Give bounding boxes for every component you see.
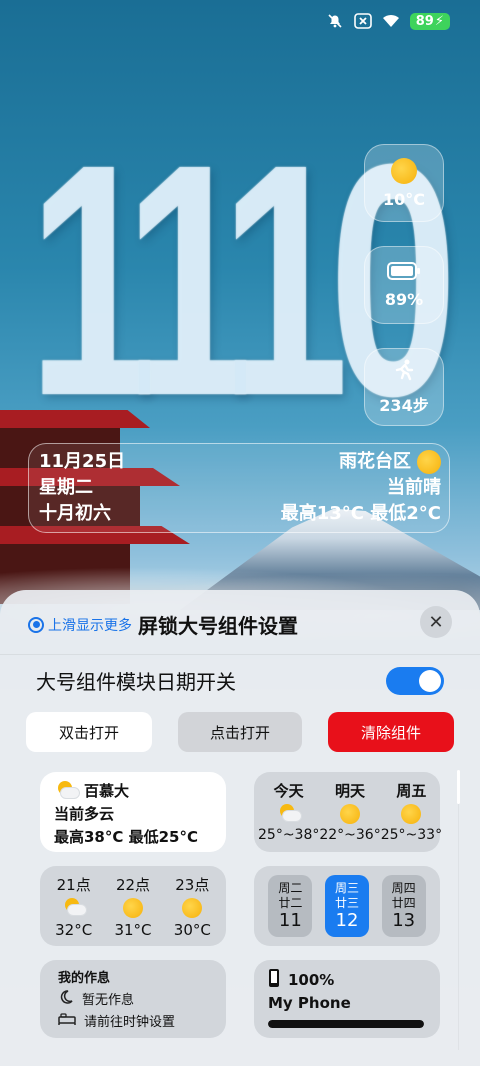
cloud-sun-icon [61,898,87,918]
forecast-day-label: 今天 [273,782,304,800]
scrollbar-track [458,770,459,1050]
forecast-day: 今天 25°~38° [258,780,319,843]
date-toggle-label: 大号组件模块日期开关 [36,670,236,694]
forecast-day-label: 明天 [335,782,366,800]
cloud-sun-icon [276,804,302,824]
battery-icon [387,261,421,284]
schedule-widget[interactable]: 我的作息 暂无作息 请前往时钟设置 [40,960,226,1038]
swipe-hint[interactable]: 上滑显示更多 [48,615,132,635]
forecast-day: 明天 22°~36° [319,780,380,843]
calendar-day: 周四 廿四 13 [381,875,426,937]
hour-temp: 31°C [114,921,152,939]
device-battery-fill [268,1020,424,1028]
moon-icon [58,989,74,1012]
forecast-widget[interactable]: 今天 25°~38° 明天 22°~36° 周五 25°~33° [254,772,442,852]
close-box-icon [353,12,372,30]
device-battery-widget[interactable]: 100% My Phone [254,960,440,1038]
sun-icon [182,898,203,918]
forecast-range: 25°~38° [258,827,320,843]
phone-icon [268,968,280,992]
running-icon [392,358,416,386]
calendar-widget[interactable]: 周二 廿二 11 周三 廿三 12 周四 廿四 13 [254,866,440,946]
sun-icon [391,157,417,184]
device-battery-bar [268,1020,424,1028]
battery-widget[interactable]: 89% [364,246,444,324]
battery-level: 89 [415,13,434,29]
calendar-day: 周二 廿二 11 [268,875,313,937]
status-bar: 89 ⚡ [326,12,450,30]
hourly-item: 21点 32°C [55,874,92,939]
swipe-up-icon [28,616,44,633]
double-click-open-button[interactable]: 双击打开 [26,712,152,752]
wifi-icon [382,12,400,30]
calendar-weekday: 周三 [334,881,359,895]
battery-percent: 89% [384,289,424,309]
date-toggle[interactable] [386,666,444,695]
hour-temp: 30°C [173,921,211,939]
sun-icon [122,898,143,918]
schedule-title: 我的作息 [58,971,111,986]
calendar-lunar: 廿二 [278,896,303,910]
calendar-weekday: 周二 [278,881,303,895]
bed-icon [58,1012,76,1033]
clear-widget-button[interactable]: 清除组件 [328,712,454,752]
hour-label: 23点 [175,876,210,894]
date-weather-strip: 11月25日 星期二 十月初六 雨花台区 当前晴 最高13°C 最低2°C [28,443,450,533]
lunar-label: 十月初六 [39,503,111,524]
cloud-sun-icon [54,780,80,801]
sun-icon [401,804,422,824]
weather-place: 百慕大 [84,782,130,800]
forecast-day: 周五 25°~33° [381,780,442,843]
hour-label: 21点 [56,876,91,894]
hourly-widget[interactable]: 21点 32°C 22点 31°C 23点 30°C [40,866,226,946]
forecast-range: 25°~33° [380,827,443,843]
calendar-date: 13 [392,910,416,931]
scrollbar-thumb[interactable] [457,770,460,804]
widget-settings-sheet: 上滑显示更多 屏锁大号组件设置 ✕ 大号组件模块日期开关 双击打开 点击打开 清… [0,590,480,1066]
device-percent: 100% [288,971,335,989]
steps-count: 234步 [379,396,429,415]
calendar-lunar: 廿四 [391,896,416,910]
hour-temp: 32°C [55,921,93,939]
weather-temp: 10°C [382,189,425,209]
hour-label: 22点 [115,876,151,894]
click-open-button[interactable]: 点击打开 [178,712,302,752]
weather-condition: 当前多云 [54,805,115,823]
high-low-label: 最高13°C 最低2°C [280,503,441,524]
calendar-date: 11 [278,910,302,931]
hourly-item: 23点 30°C [174,874,211,939]
hourly-item: 22点 31°C [114,874,151,939]
schedule-hint: 请前往时钟设置 [84,1015,176,1030]
weather-now-widget[interactable]: 百慕大 当前多云 最高38°C 最低25°C [40,772,226,852]
weather-widget[interactable]: 10°C [364,144,444,222]
calendar-weekday: 周四 [391,881,416,895]
close-icon: ✕ [428,611,444,633]
close-button[interactable]: ✕ [420,606,452,638]
charging-icon: ⚡ [434,13,444,29]
date-label: 11月25日 [39,451,126,472]
sun-icon [340,804,361,824]
steps-widget[interactable]: 234步 [364,348,444,426]
mute-icon [326,12,344,30]
device-name: My Phone [268,994,351,1012]
calendar-lunar: 廿三 [334,896,359,910]
condition-label: 当前晴 [387,477,441,498]
sun-icon [417,450,441,474]
weather-high-low: 最高38°C 最低25°C [54,828,198,846]
weekday-label: 星期二 [39,477,93,498]
forecast-day-label: 周五 [396,782,427,800]
location-label: 雨花台区 [339,451,411,472]
battery-indicator: 89 ⚡ [409,12,450,30]
forecast-range: 22°~36° [319,827,381,843]
schedule-status: 暂无作息 [82,993,135,1008]
divider [0,654,480,655]
calendar-date: 12 [335,910,359,931]
sheet-title: 屏锁大号组件设置 [138,614,298,638]
calendar-day-selected: 周三 廿三 12 [324,875,369,937]
